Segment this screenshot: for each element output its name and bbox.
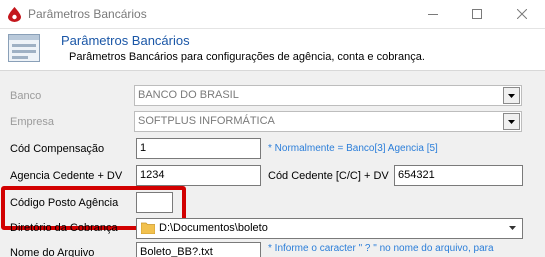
header-divider xyxy=(0,70,545,71)
banco-value: BANCO DO BRASIL xyxy=(138,89,239,101)
chevron-down-icon[interactable] xyxy=(509,226,516,230)
nome-arquivo-label: Nome do Arquivo xyxy=(10,247,95,257)
minimize-icon xyxy=(428,14,438,15)
agencia-cedente-value: 1234 xyxy=(140,169,165,181)
form-title: Parâmetros Bancários xyxy=(61,33,190,48)
cod-cedente-value: 654321 xyxy=(398,169,435,181)
cod-cedente-label: Cód Cedente [C/C] + DV xyxy=(268,170,389,182)
maximize-button[interactable] xyxy=(454,0,500,28)
cod-compensacao-label: Cód Compensação xyxy=(10,143,105,155)
form-header: Parâmetros Bancários Parâmetros Bancário… xyxy=(0,28,545,70)
nome-arquivo-value: Boleto_BB?.txt xyxy=(140,246,213,257)
window-title: Parâmetros Bancários xyxy=(28,7,147,21)
empresa-dropdown-button[interactable] xyxy=(503,113,520,130)
close-button[interactable] xyxy=(499,0,545,28)
folder-icon xyxy=(141,222,155,234)
close-icon xyxy=(517,9,527,19)
title-bar: Parâmetros Bancários xyxy=(0,0,545,28)
form-subtitle: Parâmetros Bancários para configurações … xyxy=(69,51,425,63)
form-window-icon xyxy=(8,34,40,62)
diretorio-value: D:\Documentos\boleto xyxy=(159,222,268,234)
nome-arquivo-hint: * Informe o caracter " ? " no nome do ar… xyxy=(268,243,494,254)
chevron-down-icon xyxy=(508,119,515,124)
chevron-down-icon xyxy=(508,93,515,98)
empresa-select[interactable]: SOFTPLUS INFORMÁTICA xyxy=(134,111,522,132)
diretorio-label: Diretório da Cobrança xyxy=(10,222,118,234)
banco-label: Banco xyxy=(10,90,42,102)
cod-compensacao-input[interactable]: 1 xyxy=(136,138,261,159)
cod-cedente-input[interactable]: 654321 xyxy=(394,165,523,186)
empresa-label: Empresa xyxy=(10,116,55,128)
empresa-value: SOFTPLUS INFORMÁTICA xyxy=(138,115,275,127)
nome-arquivo-input[interactable]: Boleto_BB?.txt xyxy=(136,242,261,257)
diretorio-select[interactable]: D:\Documentos\boleto xyxy=(136,218,523,239)
minimize-button[interactable] xyxy=(410,0,456,28)
app-drop-icon xyxy=(8,7,21,22)
maximize-icon xyxy=(472,9,482,19)
agencia-cedente-input[interactable]: 1234 xyxy=(136,165,261,186)
cod-compensacao-hint: * Normalmente = Banco[3] Agencia [5] xyxy=(268,143,438,154)
cod-compensacao-value: 1 xyxy=(140,142,147,154)
banco-dropdown-button[interactable] xyxy=(503,87,520,104)
agencia-cedente-label: Agencia Cedente + DV xyxy=(10,170,123,182)
banco-select[interactable]: BANCO DO BRASIL xyxy=(134,85,522,106)
